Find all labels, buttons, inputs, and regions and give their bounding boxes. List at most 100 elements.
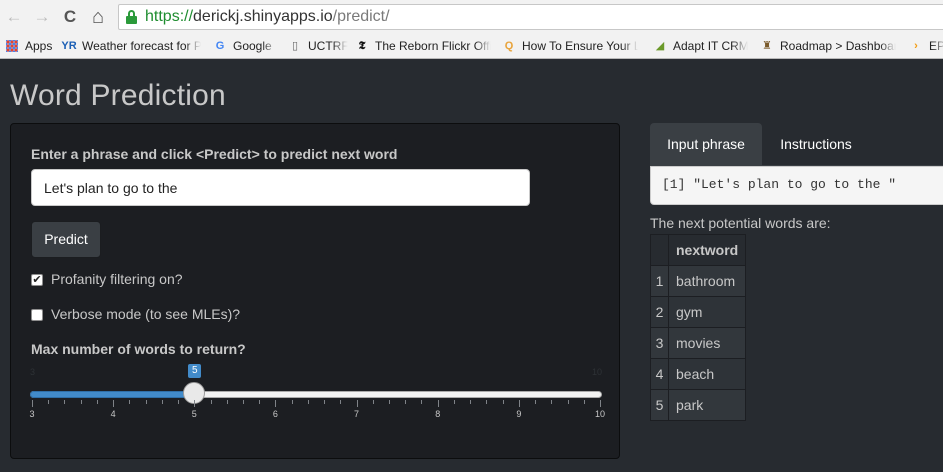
- slider-tick: [453, 400, 455, 404]
- forward-arrow-icon[interactable]: →: [31, 6, 53, 28]
- slider-tick: [437, 400, 439, 407]
- slider-tick: [356, 400, 358, 407]
- slider-tick-label: 5: [191, 409, 197, 419]
- roadmap-icon: ♜: [762, 40, 772, 52]
- search-favicon-icon: Q: [504, 40, 514, 52]
- apps-grid-icon: [6, 40, 18, 52]
- slider-tick: [340, 400, 342, 404]
- slider-tick: [551, 400, 553, 404]
- slider-tick: [129, 400, 131, 404]
- slider-tick: [226, 400, 228, 404]
- max-words-slider[interactable]: 3 10 5 3 4 5 6 7 8 9 10: [29, 362, 605, 422]
- slider-tick: [80, 400, 82, 404]
- page-icon: ▯: [291, 40, 299, 52]
- table-row: 1 bathroom: [650, 265, 747, 297]
- slider-tick: [535, 400, 537, 404]
- slider-tick: [372, 400, 374, 404]
- table-row: 3 movies: [650, 327, 747, 359]
- slider-tick-label: 3: [29, 409, 35, 419]
- back-arrow-icon[interactable]: ←: [3, 6, 25, 28]
- bookmark-item[interactable]: G Google: [212, 38, 278, 54]
- home-icon[interactable]: ⌂: [87, 6, 109, 28]
- slider-tick-label: 10: [594, 409, 605, 419]
- url-text: https://derickj.shinyapps.io/predict/: [145, 8, 390, 25]
- table-row: 2 gym: [650, 296, 747, 328]
- bookmark-item[interactable]: Q How To Ensure Your Linux: [501, 38, 638, 54]
- predict-button[interactable]: Predict: [31, 221, 101, 258]
- google-icon: G: [215, 40, 225, 52]
- slider-tick-label: 4: [110, 409, 116, 419]
- nextword-cell: park: [667, 389, 747, 421]
- next-words-label: The next potential words are:: [650, 215, 831, 231]
- slider-tick-label: 7: [354, 409, 360, 419]
- table-row: 5 park: [650, 389, 747, 421]
- bookmark-label: The Reborn Flickr Office: [375, 39, 491, 53]
- slider-tick: [307, 400, 309, 404]
- table-header-row: nextword: [650, 234, 747, 266]
- echo-output: [1] "Let's plan to go to the ": [650, 166, 943, 205]
- slider-tick: [486, 400, 488, 404]
- prediction-table: nextword 1 bathroom 2 gym 3 movies 4 beach 5 park: [650, 234, 747, 421]
- bookmark-item[interactable]: YR Weather forecast for Pretoria: [61, 38, 201, 54]
- adaptit-icon: ◢: [655, 40, 665, 52]
- slider-tick: [194, 400, 196, 407]
- slider-tick: [324, 400, 326, 404]
- page-title: Word Prediction: [10, 79, 226, 112]
- address-bar[interactable]: https://derickj.shinyapps.io/predict/: [118, 4, 943, 30]
- row-index: 5: [650, 389, 669, 421]
- row-index: 3: [650, 327, 669, 359]
- slider-tick: [259, 400, 261, 404]
- slider-tick: [275, 400, 277, 407]
- slider-tick-label: 9: [516, 409, 522, 419]
- bookmark-item[interactable]: ♜ Roadmap > Dashboard: [759, 38, 896, 54]
- slider-tick: [145, 400, 147, 404]
- row-index: 1: [650, 265, 669, 297]
- profanity-checkbox[interactable]: ✔: [31, 274, 43, 286]
- verbose-label: Verbose mode (to see MLEs)?: [51, 306, 241, 322]
- bookmark-label: How To Ensure Your Linux: [522, 39, 638, 53]
- bookmark-label: Apps: [25, 39, 52, 53]
- bookmark-item[interactable]: Apps: [4, 38, 52, 54]
- phrase-label: Enter a phrase and click <Predict> to pr…: [31, 146, 398, 162]
- yr-icon: YR: [61, 40, 77, 52]
- table-row: 4 beach: [650, 358, 747, 390]
- slider-tick: [567, 400, 569, 404]
- verbose-checkbox[interactable]: [31, 309, 43, 321]
- slider-tick: [405, 400, 407, 404]
- bookmark-item[interactable]: 𝕿 The Reborn Flickr Office: [354, 38, 491, 54]
- nextword-cell: beach: [667, 358, 747, 390]
- slider-tick: [518, 400, 520, 407]
- slider-tick: [161, 400, 163, 404]
- slider-tick: [583, 400, 585, 404]
- slider-tick: [178, 400, 180, 404]
- browser-toolbar: ← → C ⌂ https://derickj.shinyapps.io/pre…: [0, 0, 943, 33]
- table-header-nextword: nextword: [667, 234, 747, 266]
- bookmark-item[interactable]: ◢ Adapt IT CRM: [652, 38, 748, 54]
- slider-tick: [291, 400, 293, 404]
- slider-tick: [96, 400, 98, 404]
- lock-icon: [126, 10, 137, 24]
- ep-icon: ›: [914, 40, 918, 52]
- slider-tick: [421, 400, 423, 404]
- slider-min-label: 3: [30, 367, 36, 377]
- phrase-input[interactable]: [31, 169, 530, 206]
- slider-tick: [32, 400, 33, 407]
- slider-fill: [30, 391, 195, 398]
- slider-value-badge: 5: [188, 364, 202, 378]
- slider-tick: [64, 400, 66, 404]
- reload-icon[interactable]: C: [59, 6, 81, 28]
- slider-label: Max number of words to return?: [31, 341, 246, 357]
- nextword-cell: movies: [667, 327, 747, 359]
- nextword-cell: bathroom: [667, 265, 747, 297]
- sidebar-panel: Enter a phrase and click <Predict> to pr…: [10, 123, 620, 459]
- slider-max-label: 10: [591, 367, 602, 377]
- tab-input-phrase[interactable]: Input phrase: [650, 123, 762, 166]
- slider-tick-label: 6: [272, 409, 278, 419]
- slider-tick: [242, 400, 244, 404]
- slider-tick: [48, 400, 50, 404]
- row-index: 2: [650, 296, 669, 328]
- tab-instructions[interactable]: Instructions: [762, 123, 870, 166]
- slider-tick: [502, 400, 504, 404]
- bookmark-item[interactable]: ▯ UCTRF: [287, 38, 348, 54]
- bookmark-item[interactable]: ›EP: [908, 38, 943, 54]
